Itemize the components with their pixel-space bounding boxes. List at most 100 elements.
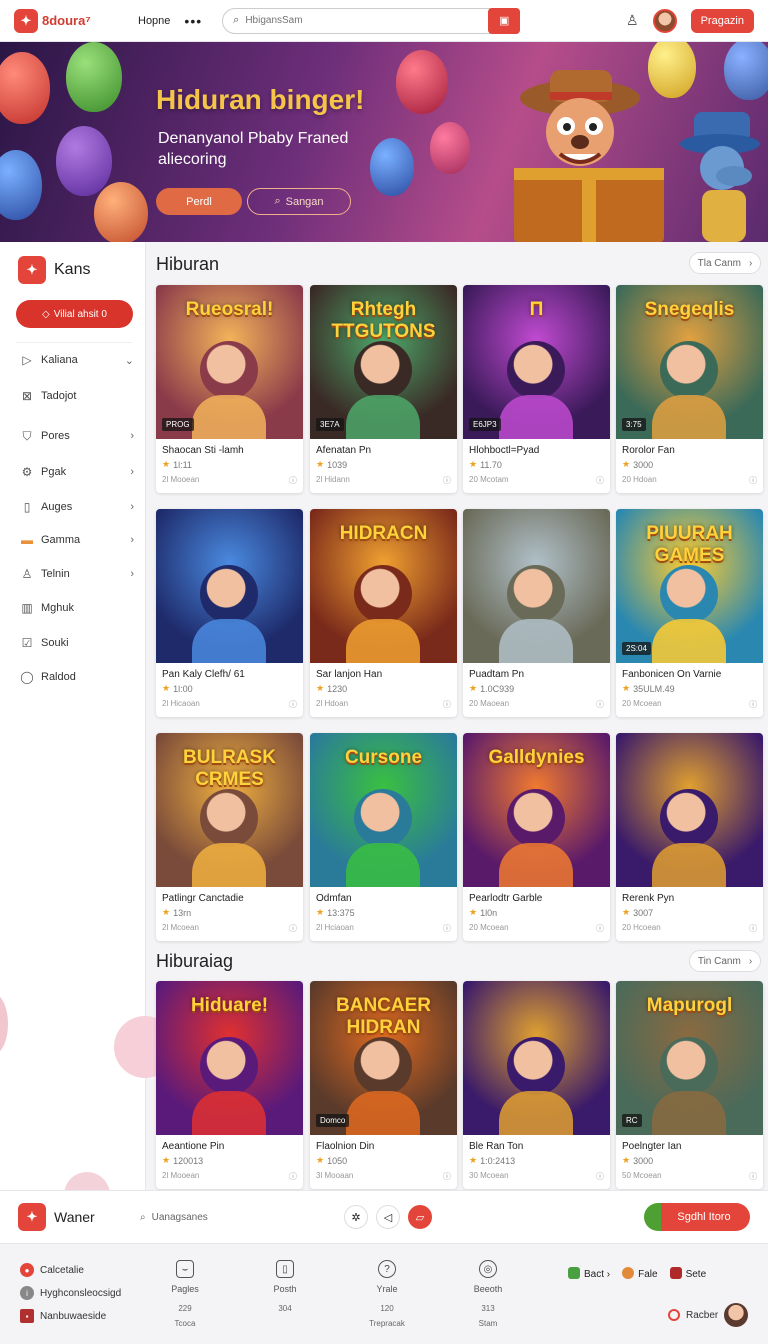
- game-title[interactable]: Puadtam Pn: [469, 669, 604, 680]
- chevron-right-icon: ›: [130, 534, 134, 546]
- message-icon[interactable]: ▱: [408, 1205, 432, 1229]
- footer-right-link[interactable]: Bact ›: [568, 1267, 610, 1280]
- sparkle-icon[interactable]: ✲: [344, 1205, 368, 1229]
- game-card[interactable]: BANCAER HIDRAN Domco Flaolnion Din ★ 1050 3l …: [310, 981, 457, 1189]
- game-title[interactable]: Sar lanjon Han: [316, 669, 451, 680]
- hero-search-button[interactable]: ⌕ Sangan: [247, 188, 351, 215]
- logo-mark-icon[interactable]: ✦: [18, 1203, 46, 1231]
- more-menu-icon[interactable]: •••: [184, 13, 202, 29]
- game-thumbnail[interactable]: Galldynies: [463, 733, 610, 887]
- game-card[interactable]: Rerenk Pyn ★ 3007 20 Hcoean ⓘ: [616, 733, 763, 941]
- game-title[interactable]: Odmfan: [316, 893, 451, 904]
- game-meta: 2l Hdoan ⓘ: [316, 699, 451, 710]
- nav-link-home[interactable]: Hopne: [138, 15, 170, 27]
- sidebar-item[interactable]: ▥ Mghuk: [20, 598, 134, 618]
- footer-stat[interactable]: ▯ Posth 304: [250, 1260, 320, 1319]
- game-thumbnail[interactable]: Π E6JP3: [463, 285, 610, 439]
- see-more-button[interactable]: Tla Canm ›: [689, 252, 761, 274]
- game-card[interactable]: Rhtegh TTGUTONS 3E7A Afenatan Pn ★ 1039 2l Hi…: [310, 285, 457, 493]
- game-title[interactable]: Pearlodtr Garble: [469, 893, 604, 904]
- info-icon: ⓘ: [749, 1172, 757, 1181]
- game-thumbnail[interactable]: Hiduare!: [156, 981, 303, 1135]
- character-figure: [507, 341, 565, 399]
- sidebar-item[interactable]: ⛉ Pores ›: [20, 426, 134, 446]
- game-card[interactable]: Cursone Odmfan ★ 13:375 2l Hciaoan ⓘ: [310, 733, 457, 941]
- game-thumbnail[interactable]: PIUURAH GAMES 2S:04: [616, 509, 763, 663]
- footer-stat[interactable]: ◎ Beeoth 313 Stam: [453, 1260, 523, 1328]
- sidebar-cta-button[interactable]: ◇ Vilial ahsit 0: [16, 300, 133, 328]
- sidebar-item[interactable]: ⊠ Tadojot: [20, 386, 134, 406]
- register-button[interactable]: Pragazin: [690, 8, 754, 33]
- sidebar-brand[interactable]: ✦ Kans: [18, 256, 90, 284]
- footer-stat[interactable]: ? Yrale 120 Trepracak: [352, 1260, 422, 1328]
- sidebar-item-label: Mghuk: [41, 602, 75, 614]
- search-input[interactable]: [245, 15, 466, 26]
- sidebar-item[interactable]: ◯ Raldod: [20, 667, 134, 687]
- game-thumbnail[interactable]: Rhtegh TTGUTONS 3E7A: [310, 285, 457, 439]
- game-thumbnail[interactable]: BULRASK CRMES: [156, 733, 303, 887]
- notification-icon[interactable]: ♙: [626, 12, 639, 29]
- game-card[interactable]: Hiduare! Aeantione Pin ★ 120013 2l Mooean ⓘ: [156, 981, 303, 1189]
- game-title[interactable]: Pan Kaly Clefh/ 61: [162, 669, 297, 680]
- game-title[interactable]: Afenatan Pn: [316, 445, 451, 456]
- footer-right-link[interactable]: Sete: [669, 1267, 706, 1280]
- game-thumbnail[interactable]: [156, 509, 303, 663]
- sidebar-item[interactable]: ▯ Auges ›: [20, 497, 134, 517]
- game-thumbnail[interactable]: Rueosral! PROG: [156, 285, 303, 439]
- game-title[interactable]: Rerenk Pyn: [622, 893, 757, 904]
- hero-primary-button[interactable]: Perdl: [156, 188, 242, 215]
- sidebar-item[interactable]: ▷ Kaliana ⌄: [20, 350, 134, 370]
- second-mascot-image: [680, 112, 760, 242]
- game-thumbnail[interactable]: HIDRACN: [310, 509, 457, 663]
- star-icon: ★: [622, 1155, 631, 1165]
- game-thumbnail[interactable]: [463, 981, 610, 1135]
- game-card[interactable]: Snegeqlis 3:75 Rorolor Fan ★ 3000 20 Hdoan ⓘ: [616, 285, 763, 493]
- footer-link[interactable]: ▪ Nanbuwaeside: [20, 1309, 106, 1323]
- footer-stat[interactable]: ⌣ Pagles 229 Tcoca: [150, 1260, 220, 1328]
- game-card[interactable]: Π E6JP3 Hlohboctl=Pyad ★ 11.70 20 Mcotam ⓘ: [463, 285, 610, 493]
- game-title[interactable]: Hlohboctl=Pyad: [469, 445, 604, 456]
- game-card[interactable]: Rueosral! PROG Shaocan Sti -lamh ★ 1l:11 2l M…: [156, 285, 303, 493]
- game-title[interactable]: Aeantione Pin: [162, 1141, 297, 1152]
- game-card[interactable]: Mapurogl RC Poelngter Ian ★ 3000 50 Mcoean ⓘ: [616, 981, 763, 1189]
- game-card[interactable]: BULRASK CRMES Patlingr Canctadie ★ 13rn 2l M…: [156, 733, 303, 941]
- game-title[interactable]: Rorolor Fan: [622, 445, 757, 456]
- tag-icon[interactable]: ◁: [376, 1205, 400, 1229]
- sidebar-item[interactable]: ⚙ Pgak ›: [20, 462, 134, 482]
- game-title[interactable]: Fanbonicen On Varnie: [622, 669, 757, 680]
- footer-link[interactable]: ● Calcetalie: [20, 1263, 84, 1277]
- game-thumbnail[interactable]: Snegeqlis 3:75: [616, 285, 763, 439]
- footer-link[interactable]: i Hyghconsleocsigd: [20, 1286, 121, 1300]
- logo[interactable]: ✦ 8doura⁷: [14, 8, 124, 33]
- bottom-cta-button[interactable]: Sgdhl Itoro: [644, 1203, 750, 1231]
- footer-right-link[interactable]: Fale: [622, 1267, 658, 1280]
- game-card[interactable]: PIUURAH GAMES 2S:04 Fanbonicen On Varnie ★ 3…: [616, 509, 763, 717]
- game-thumbnail[interactable]: Cursone: [310, 733, 457, 887]
- bottom-search[interactable]: ⌕ Uanagsanes: [140, 1212, 344, 1223]
- game-title[interactable]: Shaocan Sti -lamh: [162, 445, 297, 456]
- game-thumbnail[interactable]: [463, 509, 610, 663]
- game-card[interactable]: Galldynies Pearlodtr Garble ★ 1l0n 20 Mcoean…: [463, 733, 610, 941]
- game-card[interactable]: Pan Kaly Clefh/ 61 ★ 1l:00 2l Hicaoan ⓘ: [156, 509, 303, 717]
- sidebar-item[interactable]: ☑ Souki: [20, 633, 134, 653]
- game-card[interactable]: HIDRACN Sar lanjon Han ★ 1230 2l Hdoan ⓘ: [310, 509, 457, 717]
- game-title[interactable]: Poelngter Ian: [622, 1141, 757, 1152]
- footer-user[interactable]: Racber: [668, 1303, 749, 1327]
- avatar[interactable]: [652, 8, 677, 33]
- game-title[interactable]: Flaolnion Din: [316, 1141, 451, 1152]
- check-icon: ☑: [21, 636, 33, 650]
- game-card[interactable]: Ble Ran Ton ★ 1:0:2413 30 Mcoean ⓘ: [463, 981, 610, 1189]
- game-thumbnail[interactable]: [616, 733, 763, 887]
- game-card[interactable]: Puadtam Pn ★ 1.0C939 20 Maoean ⓘ: [463, 509, 610, 717]
- see-more-button[interactable]: Tin Canm ›: [689, 950, 761, 972]
- footer-right-links: Bact › Fale Sete: [568, 1267, 706, 1280]
- game-thumbnail[interactable]: BANCAER HIDRAN Domco: [310, 981, 457, 1135]
- sidebar-item[interactable]: ♙ Telnin ›: [20, 564, 134, 584]
- game-thumbnail[interactable]: Mapurogl RC: [616, 981, 763, 1135]
- sidebar-item[interactable]: ▬ Gamma ›: [20, 530, 134, 550]
- game-title[interactable]: Patlingr Canctadie: [162, 893, 297, 904]
- stat-sub: Trepracak: [369, 1319, 405, 1328]
- game-players: 20 Mcoean: [622, 699, 662, 708]
- game-title[interactable]: Ble Ran Ton: [469, 1141, 604, 1152]
- search-submit-button[interactable]: ▣: [488, 7, 521, 34]
